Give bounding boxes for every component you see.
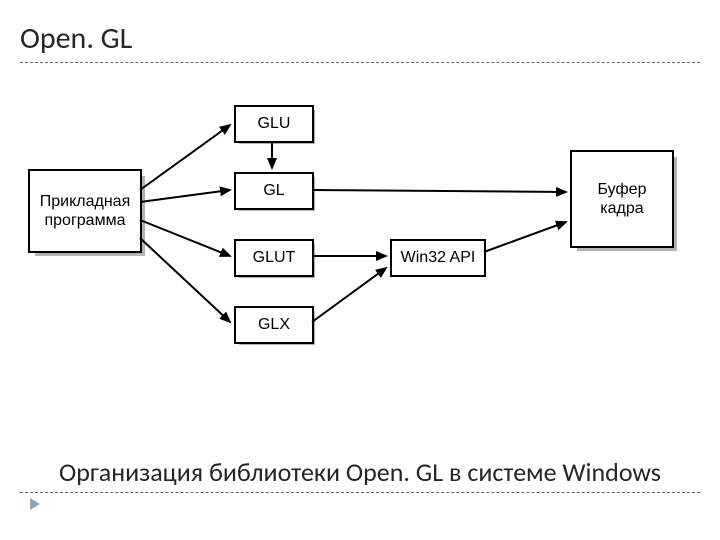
- page-title: Open. GL: [20, 20, 132, 57]
- diagram: Прикладная программа GLU GL GLUT GLX Win…: [0, 70, 720, 450]
- caption-underline: [20, 492, 700, 493]
- title-underline: [20, 62, 700, 63]
- arrows: [0, 70, 720, 450]
- caption: Организация библиотеки Open. GL в систем…: [0, 456, 720, 488]
- bullet-icon: [30, 498, 40, 510]
